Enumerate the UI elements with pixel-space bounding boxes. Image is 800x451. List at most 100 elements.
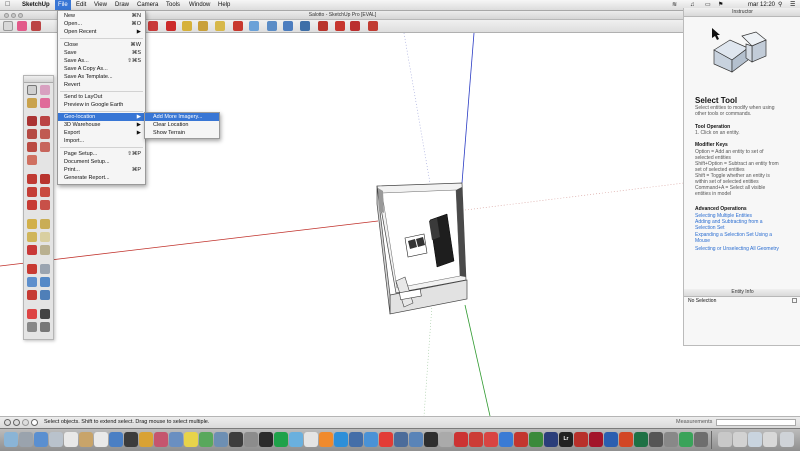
menu-item-save-copy-as[interactable]: Save A Copy As... xyxy=(58,65,145,73)
firefox-icon[interactable] xyxy=(319,432,333,447)
app-store-icon[interactable] xyxy=(214,432,228,447)
chrome-icon[interactable] xyxy=(304,432,318,447)
app-icon[interactable] xyxy=(439,432,453,447)
lightroom-icon[interactable]: Lr xyxy=(559,432,573,447)
polygon-icon[interactable] xyxy=(27,142,37,152)
layout-icon[interactable] xyxy=(368,21,378,31)
app-icon[interactable] xyxy=(259,432,273,447)
preview-icon[interactable] xyxy=(169,432,183,447)
help-link[interactable]: Selecting or Unselecting All Geometry xyxy=(695,246,795,252)
menu-help[interactable]: Help xyxy=(215,0,233,10)
menu-item-document-setup[interactable]: Document Setup... xyxy=(58,158,145,166)
downloads-folder-icon[interactable] xyxy=(718,432,732,447)
minimized-window-icon[interactable] xyxy=(748,432,762,447)
eraser-icon[interactable] xyxy=(40,98,50,108)
tool-palette-titlebar[interactable] xyxy=(24,76,53,83)
axes-icon[interactable] xyxy=(27,245,37,255)
freehand-icon[interactable] xyxy=(40,142,50,152)
make-component-icon[interactable] xyxy=(40,85,50,95)
menu-item-export[interactable]: Export ▶ xyxy=(58,129,145,137)
app-icon[interactable] xyxy=(364,432,378,447)
offset-icon[interactable] xyxy=(40,200,50,210)
app-icon[interactable] xyxy=(664,432,678,447)
rotate-icon[interactable] xyxy=(27,187,37,197)
trash-icon[interactable] xyxy=(780,432,794,447)
app-icon[interactable] xyxy=(574,432,588,447)
pie-icon[interactable] xyxy=(27,155,37,165)
menu-item-open-recent[interactable]: Open Recent ▶ xyxy=(58,28,145,36)
position-camera-icon[interactable] xyxy=(27,309,37,319)
menu-item-save-as[interactable]: Save As... ⇧⌘S xyxy=(58,57,145,65)
google-earth-icon[interactable] xyxy=(409,432,423,447)
calendar-icon[interactable] xyxy=(64,432,78,447)
look-around-icon[interactable] xyxy=(27,322,37,332)
arc-icon[interactable] xyxy=(40,129,50,139)
protractor-icon[interactable] xyxy=(27,232,37,242)
menu-item-open[interactable]: Open... ⌘O xyxy=(58,20,145,28)
zoom-window-icon[interactable] xyxy=(40,277,50,287)
app-icon[interactable] xyxy=(424,432,438,447)
app-icon[interactable] xyxy=(244,432,258,447)
itunes-icon[interactable] xyxy=(154,432,168,447)
submenu-item-add-more-imagery[interactable]: Add More Imagery... xyxy=(145,113,219,121)
help-link[interactable]: Selection Set xyxy=(695,225,795,231)
finder-icon[interactable] xyxy=(4,432,18,447)
submenu-item-clear-location[interactable]: Clear Location xyxy=(145,121,219,129)
3d-text-icon[interactable] xyxy=(40,245,50,255)
documents-folder-icon[interactable] xyxy=(733,432,747,447)
menu-window[interactable]: Window xyxy=(186,0,213,10)
app-icon[interactable] xyxy=(499,432,513,447)
line-icon[interactable] xyxy=(40,116,50,126)
minimized-window-icon[interactable] xyxy=(763,432,777,447)
text-tool-icon[interactable] xyxy=(40,232,50,242)
menu-item-send-to-layout[interactable]: Send to LayOut xyxy=(58,93,145,101)
mail-icon[interactable] xyxy=(49,432,63,447)
terminal-icon[interactable] xyxy=(124,432,138,447)
menu-item-page-setup[interactable]: Page Setup... ⇧⌘P xyxy=(58,150,145,158)
app-icon[interactable] xyxy=(469,432,483,447)
zoom-icon[interactable] xyxy=(267,21,277,31)
share-model-icon[interactable] xyxy=(335,21,345,31)
sketchup-icon[interactable] xyxy=(484,432,498,447)
user-icon[interactable] xyxy=(22,419,29,426)
system-preferences-icon[interactable] xyxy=(229,432,243,447)
pencil-icon[interactable] xyxy=(31,21,41,31)
menu-tools[interactable]: Tools xyxy=(163,0,183,10)
rotate-icon[interactable] xyxy=(148,21,158,31)
orbit-icon[interactable] xyxy=(233,21,243,31)
extension-warehouse-icon[interactable] xyxy=(350,21,360,31)
menu-item-close[interactable]: Close ⌘W xyxy=(58,41,145,49)
help-link[interactable]: Mouse xyxy=(695,238,795,244)
layout-app-icon[interactable] xyxy=(514,432,528,447)
menu-view[interactable]: View xyxy=(91,0,110,10)
excel-icon[interactable] xyxy=(634,432,648,447)
stickies-icon[interactable] xyxy=(184,432,198,447)
app-icon[interactable] xyxy=(454,432,468,447)
menu-draw[interactable]: Draw xyxy=(112,0,132,10)
menu-item-geo-location[interactable]: Geo-location ▶ xyxy=(58,113,145,121)
text-tool-icon[interactable] xyxy=(198,21,208,31)
spotify-icon[interactable] xyxy=(274,432,288,447)
powerpoint-icon[interactable] xyxy=(619,432,633,447)
apple-icon[interactable]:  xyxy=(5,1,10,9)
axes-icon[interactable] xyxy=(215,21,225,31)
orbit-icon[interactable] xyxy=(27,264,37,274)
skype-icon[interactable] xyxy=(289,432,303,447)
submenu-item-show-terrain[interactable]: Show Terrain xyxy=(145,129,219,137)
tape-measure-icon[interactable] xyxy=(27,219,37,229)
menu-item-generate-report[interactable]: Generate Report... xyxy=(58,174,145,182)
app-icon[interactable] xyxy=(649,432,663,447)
menu-item-preview-google-earth[interactable]: Preview in Google Earth xyxy=(58,101,145,109)
app-icon[interactable] xyxy=(394,432,408,447)
geo-location-status-icon[interactable] xyxy=(4,419,11,426)
rectangle-icon[interactable] xyxy=(27,116,37,126)
scale-icon[interactable] xyxy=(27,200,37,210)
menu-item-save-as-template[interactable]: Save As Template... xyxy=(58,73,145,81)
app-menu[interactable]: SketchUp xyxy=(19,0,53,10)
move-icon[interactable] xyxy=(27,174,37,184)
instructor-header[interactable]: Instructor xyxy=(684,8,800,17)
app-icon[interactable] xyxy=(379,432,393,447)
menu-item-3d-warehouse[interactable]: 3D Warehouse ▶ xyxy=(58,121,145,129)
zoom-icon[interactable] xyxy=(27,277,37,287)
app-icon[interactable] xyxy=(589,432,603,447)
